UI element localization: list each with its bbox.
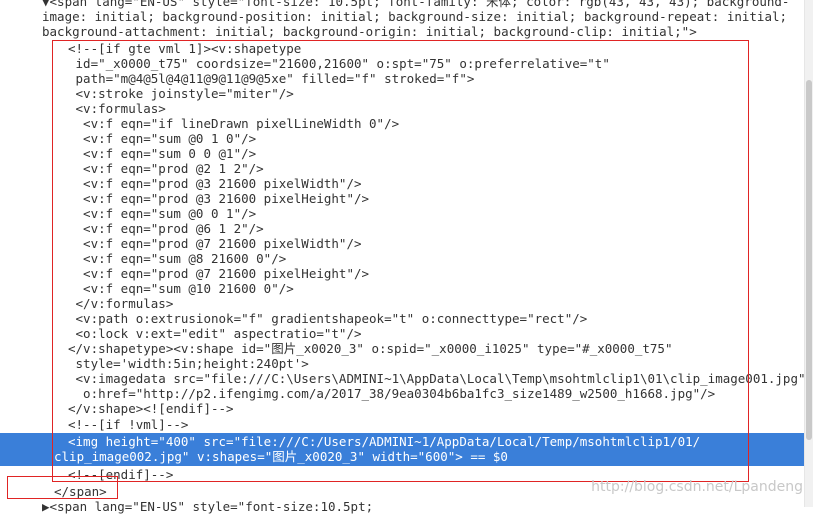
watermark-text: http://blog.csdn.net/Lpandeng bbox=[591, 479, 803, 495]
code-line-style-cont-2: background-attachment: initial; backgrou… bbox=[42, 24, 697, 39]
vertical-scrollbar[interactable] bbox=[804, 0, 813, 507]
code-line-style-cont-1: image: initial; background-position: ini… bbox=[42, 9, 788, 24]
highlight-box-code-block bbox=[52, 40, 749, 482]
code-line-span-open[interactable]: ▼<span lang="EN-US" style="font-size: 10… bbox=[42, 0, 789, 9]
scrollbar-thumb[interactable] bbox=[806, 80, 812, 440]
highlight-box-span-close bbox=[7, 476, 118, 499]
